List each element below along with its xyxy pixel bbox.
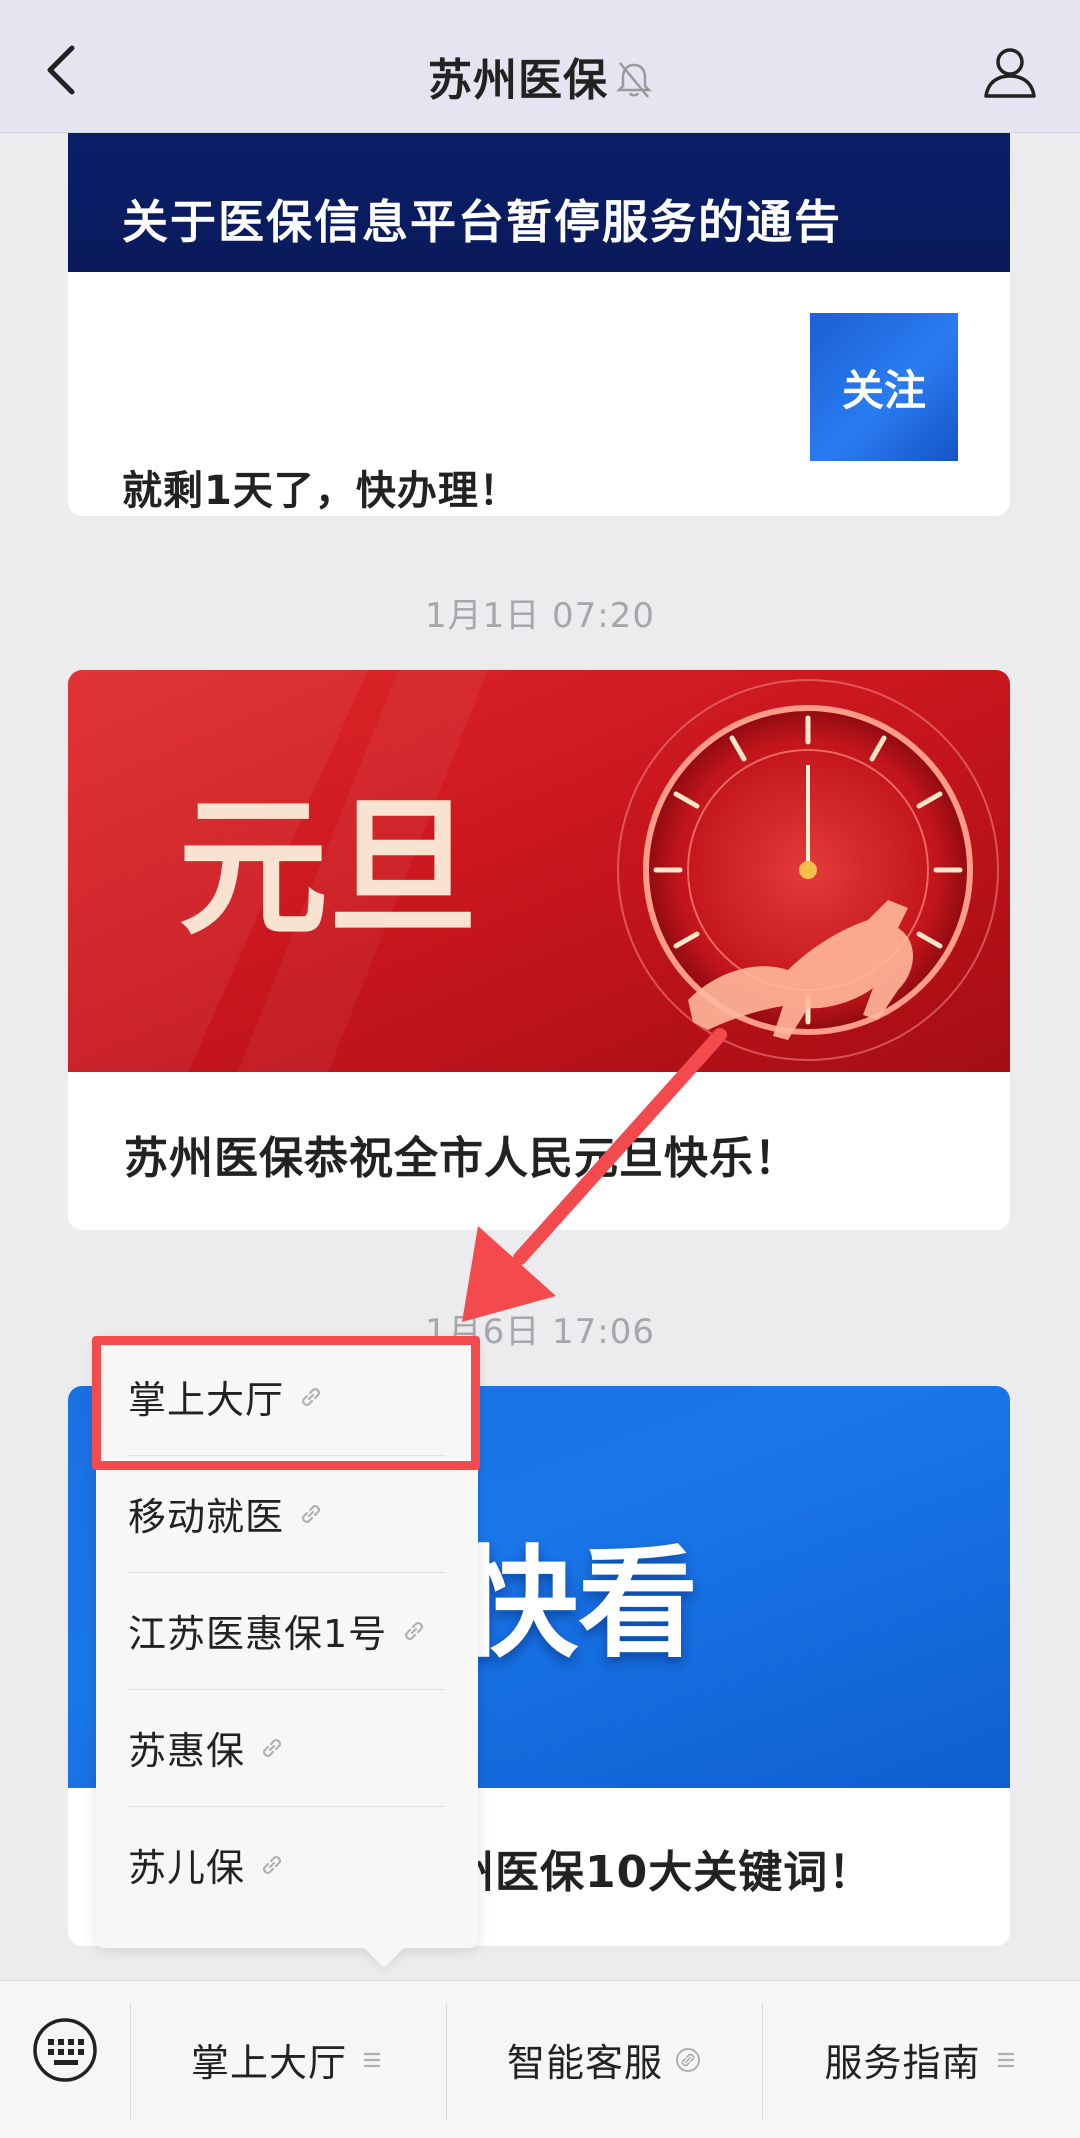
menu-tab-service-guide[interactable]: 服务指南	[763, 1981, 1080, 2138]
article-card-newyear[interactable]: 元旦 苏州医保恭祝全市人民元旦快乐！	[68, 670, 1010, 1230]
menu-icon	[997, 2052, 1014, 2067]
menu-tab-label: 智能客服	[506, 2041, 663, 2085]
menu-tab-label: 服务指南	[824, 2041, 981, 2085]
article-subtitle: 就剩1天了，快办理！	[122, 468, 520, 514]
link-icon	[302, 1504, 321, 1523]
link-icon	[263, 1738, 282, 1757]
submenu-item-mobile-medical[interactable]: 移动就医	[128, 1455, 446, 1572]
page-title: 苏州医保	[0, 44, 1080, 108]
highlight-box	[92, 1336, 480, 1470]
follow-label: 关注	[841, 365, 926, 415]
submenu-item-suerbao[interactable]: 苏儿保	[128, 1806, 446, 1923]
link-icon	[263, 1855, 282, 1874]
user-icon[interactable]	[982, 44, 1038, 100]
follow-thumbnail[interactable]: 关注	[810, 313, 958, 461]
article-caption: 苏州医保恭祝全市人民元旦快乐！	[124, 1133, 799, 1184]
menu-tab-smart-service[interactable]: 智能客服	[447, 1981, 761, 2138]
popup-pointer	[364, 1928, 404, 1968]
menu-tab-label: 掌上大厅	[190, 2041, 347, 2085]
hero-calligraphy: 元旦	[178, 780, 478, 956]
bell-off-icon	[616, 62, 652, 98]
menu-icon	[364, 2052, 380, 2067]
link-icon	[676, 2047, 700, 2072]
nav-header: 苏州医保	[0, 0, 1080, 133]
newyear-hero-image: 元旦	[68, 670, 1010, 1072]
article-caption: 州医保10大关键词！	[450, 1847, 874, 1898]
submenu-item-jiangsu-yihuibao[interactable]: 江苏医惠保1号	[128, 1572, 446, 1689]
submenu-item-label: 苏儿保	[128, 1846, 246, 1890]
submenu-item-label: 江苏医惠保1号	[128, 1612, 388, 1656]
banner-title: 关于医保信息平台暂停服务的通告	[122, 195, 842, 249]
submenu-item-label: 移动就医	[128, 1495, 285, 1539]
submenu-item-label: 苏惠保	[128, 1729, 246, 1773]
timestamp: 1月1日 07:20	[424, 596, 656, 636]
submenu-item-suhuibao[interactable]: 苏惠保	[128, 1689, 446, 1806]
keyboard-icon[interactable]	[32, 2017, 98, 2083]
link-icon	[405, 1621, 424, 1640]
hero-text: 快看	[458, 1535, 698, 1674]
menu-tab-palm-hall[interactable]: 掌上大厅	[131, 1981, 445, 2138]
account-name: 苏州医保	[428, 55, 608, 106]
bottom-menu-bar: 掌上大厅 智能客服 服务指南	[0, 1980, 1080, 2138]
article-card-notice[interactable]: 关于医保信息平台暂停服务的通告 就剩1天了，快办理！ 关注	[68, 96, 1010, 516]
